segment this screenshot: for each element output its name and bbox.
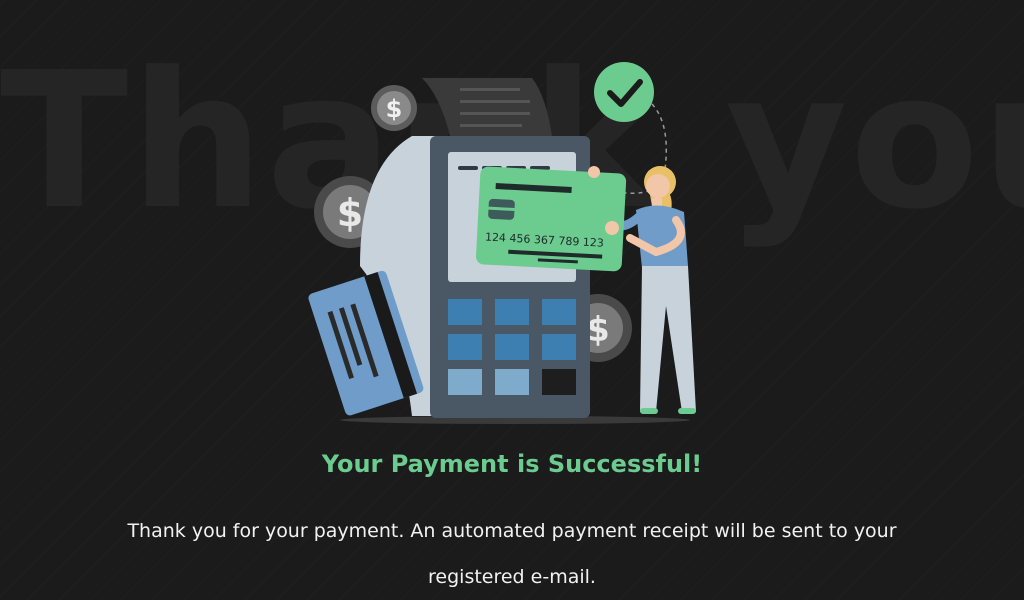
payment-illustration: $ $ $ 124 456 367 789 123 [308,62,696,424]
svg-text:$: $ [386,95,403,123]
svg-text:$: $ [337,191,363,235]
receipt-paper [422,78,552,136]
dollar-coin-icon: $ [371,85,417,131]
hand [605,221,619,235]
hand [588,166,600,178]
payment-success-page: Thank you! $ $ $ [0,0,1024,600]
receipt-message: Thank you for your payment. An automated… [127,520,897,588]
person [609,166,696,414]
terminal-keypad [448,299,576,395]
success-headline: Your Payment is Successful! [321,450,703,478]
check-circle-icon [594,62,654,122]
credit-card: 124 456 367 789 123 [475,166,627,272]
